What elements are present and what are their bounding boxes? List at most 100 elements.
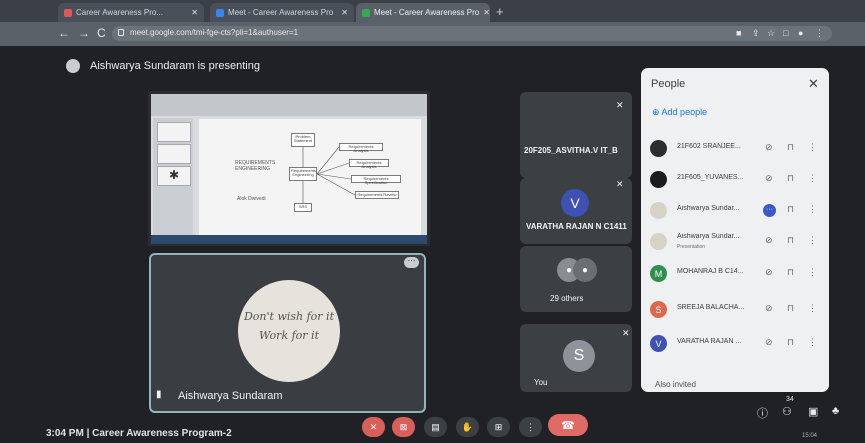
participant-avatar: S bbox=[650, 301, 667, 318]
quote-line: Don't wish for it bbox=[243, 310, 334, 323]
browser-tab-3[interactable]: Meet - Career Awareness Pro ✕ bbox=[356, 3, 490, 22]
browser-menu-icon[interactable]: ⋮ bbox=[815, 28, 824, 39]
diagram-connectors bbox=[302, 146, 356, 203]
participant-row-name: Aishwarya Sundar... bbox=[677, 233, 740, 240]
participant-row[interactable]: 21F602 SRANJEE... ⊘ ⊓ ⋮ bbox=[645, 137, 825, 161]
participant-row[interactable]: V VARATHA RAJAN ... ⊘ ⊓ ⋮ bbox=[645, 332, 825, 356]
forward-arrow-icon[interactable]: → bbox=[78, 26, 90, 40]
browser-tab-2[interactable]: Meet - Career Awareness Pro ✕ bbox=[210, 3, 354, 22]
present-button[interactable]: ⊞ bbox=[487, 417, 510, 437]
captions-button[interactable]: ▤ bbox=[424, 417, 447, 437]
tab-favicon-icon bbox=[64, 8, 72, 17]
presenter-avatar bbox=[66, 59, 80, 73]
add-people-label: Add people bbox=[661, 107, 708, 117]
chat-icon[interactable]: ▣ bbox=[808, 405, 818, 418]
mic-toggle-button[interactable]: ✕ bbox=[362, 417, 385, 437]
windows-taskbar bbox=[151, 235, 427, 244]
activities-icon[interactable]: ♣ bbox=[832, 405, 839, 417]
profile-avatar-icon[interactable]: ● bbox=[798, 28, 803, 38]
more-vert-icon[interactable]: ⋮ bbox=[808, 303, 817, 314]
present-icon: ⊞ bbox=[494, 421, 503, 432]
participant-row[interactable]: 21F605_YUVANES... ⊘ ⊓ ⋮ bbox=[645, 168, 825, 192]
mic-off-icon: ⊘ bbox=[765, 267, 773, 277]
quote-line: Work for it bbox=[259, 328, 319, 342]
more-vert-icon[interactable]: ⋮ bbox=[808, 142, 817, 153]
participant-name: VARATHA RAJAN N C1411 bbox=[526, 222, 627, 231]
camera-toggle-button[interactable]: ⊠ bbox=[392, 417, 415, 437]
also-invited-label: Also invited bbox=[655, 380, 696, 389]
add-people-button[interactable]: ⊕ Add people bbox=[652, 107, 707, 118]
more-options-icon[interactable]: ··· bbox=[404, 257, 419, 268]
more-vert-icon: ⋮ bbox=[526, 421, 535, 432]
participant-avatar bbox=[650, 140, 667, 157]
lock-icon bbox=[118, 29, 124, 36]
ppt-thumbnail: ✱ bbox=[157, 166, 191, 186]
shared-screen: ✱ REQUIREMENTS ENGINEERING Alok Dwivedi … bbox=[151, 94, 427, 242]
pin-icon[interactable]: ⊓ bbox=[787, 142, 794, 153]
participant-avatar: V bbox=[561, 189, 589, 217]
ppt-slide: REQUIREMENTS ENGINEERING Alok Dwivedi Pr… bbox=[199, 119, 421, 235]
people-icon[interactable]: ⚇ bbox=[782, 405, 792, 418]
more-vert-icon[interactable]: ⋮ bbox=[808, 204, 817, 215]
ppt-thumbnail bbox=[157, 144, 191, 164]
leave-call-button[interactable]: ☎ bbox=[548, 414, 588, 436]
others-count: 29 others bbox=[550, 294, 584, 303]
end-call-icon: ☎ bbox=[561, 419, 575, 432]
meeting-details-icon[interactable]: ⓘ bbox=[757, 405, 768, 421]
pin-icon[interactable]: ⊓ bbox=[787, 235, 794, 246]
new-tab-icon[interactable]: + bbox=[496, 4, 504, 19]
pin-icon[interactable]: ⊓ bbox=[787, 337, 794, 348]
participant-row[interactable]: Aishwarya Sundar... ··· ⊓ ⋮ bbox=[645, 199, 825, 223]
pin-icon[interactable]: ⊓ bbox=[787, 267, 794, 278]
extensions-icon[interactable]: □ bbox=[783, 28, 788, 38]
close-tab-icon[interactable]: ✕ bbox=[187, 8, 198, 17]
reload-icon[interactable]: C bbox=[97, 26, 106, 40]
tab-label: Meet - Career Awareness Pro bbox=[374, 8, 480, 17]
share-icon[interactable]: ⇪ bbox=[752, 28, 760, 39]
hand-icon: ✋ bbox=[461, 421, 474, 432]
participant-row[interactable]: Aishwarya Sundar... Presentation ⊘ ⊓ ⋮ bbox=[645, 230, 825, 254]
raise-hand-button[interactable]: ✋ bbox=[456, 417, 479, 437]
pin-icon[interactable]: ▮ bbox=[156, 389, 162, 400]
more-vert-icon[interactable]: ⋮ bbox=[808, 235, 817, 246]
ppt-ribbon bbox=[151, 94, 427, 116]
participant-row-name: Aishwarya Sundar... bbox=[677, 205, 740, 212]
close-tab-icon[interactable]: ✕ bbox=[479, 8, 490, 17]
mic-off-icon: ⊘ bbox=[765, 235, 773, 245]
others-avatar-2: ● bbox=[573, 258, 597, 282]
captions-icon: ▤ bbox=[431, 421, 440, 432]
more-vert-icon[interactable]: ⋮ bbox=[808, 267, 817, 278]
close-tab-icon[interactable]: ✕ bbox=[337, 8, 348, 17]
self-avatar: S bbox=[563, 340, 595, 372]
pin-icon[interactable]: ⊓ bbox=[787, 204, 794, 215]
pin-icon[interactable]: ⊓ bbox=[787, 173, 794, 184]
close-icon[interactable]: ✕ bbox=[808, 76, 819, 92]
more-options-button[interactable]: ⋮ bbox=[519, 417, 542, 437]
camera-off-icon: ⊠ bbox=[399, 421, 408, 432]
more-vert-icon[interactable]: ⋮ bbox=[808, 337, 817, 348]
participant-row[interactable]: S SREEJA BALACHA... ⊘ ⊓ ⋮ bbox=[645, 298, 825, 322]
pin-icon[interactable]: ⊓ bbox=[787, 303, 794, 314]
people-panel-title: People bbox=[651, 78, 686, 90]
star-icon[interactable]: ☆ bbox=[767, 28, 775, 39]
tab-favicon-icon bbox=[362, 8, 370, 17]
participant-name: 20F205_ASVITHA.V IT_B bbox=[524, 146, 618, 155]
participant-row-name: MOHANRAJ B C14... bbox=[677, 268, 744, 275]
participant-row-subtitle: Presentation bbox=[677, 244, 706, 250]
participant-row[interactable]: M MOHANRAJ B C14... ⊘ ⊓ ⋮ bbox=[645, 262, 825, 286]
back-arrow-icon[interactable]: ← bbox=[58, 26, 70, 40]
quote-text: Don't wish for it Work for it bbox=[238, 308, 340, 345]
more-vert-icon[interactable]: ⋮ bbox=[808, 173, 817, 184]
mic-off-icon: ✕ bbox=[622, 328, 630, 338]
participant-avatar: V bbox=[650, 335, 667, 352]
camera-icon[interactable]: ■ bbox=[736, 28, 741, 38]
participant-count: 34 bbox=[786, 396, 794, 403]
participant-row-name: VARATHA RAJAN ... bbox=[677, 338, 742, 345]
presenter-name: Aishwarya Sundaram bbox=[178, 390, 283, 402]
mic-off-icon: ✕ bbox=[616, 179, 624, 189]
ppt-thumbnail-pane: ✱ bbox=[153, 118, 193, 238]
tab-favicon-icon bbox=[216, 8, 224, 17]
browser-tab-1[interactable]: Career Awareness Pro... ✕ bbox=[58, 3, 204, 22]
mic-off-icon: ⊘ bbox=[765, 173, 773, 183]
participant-row-name: 21F605_YUVANES... bbox=[677, 174, 744, 181]
